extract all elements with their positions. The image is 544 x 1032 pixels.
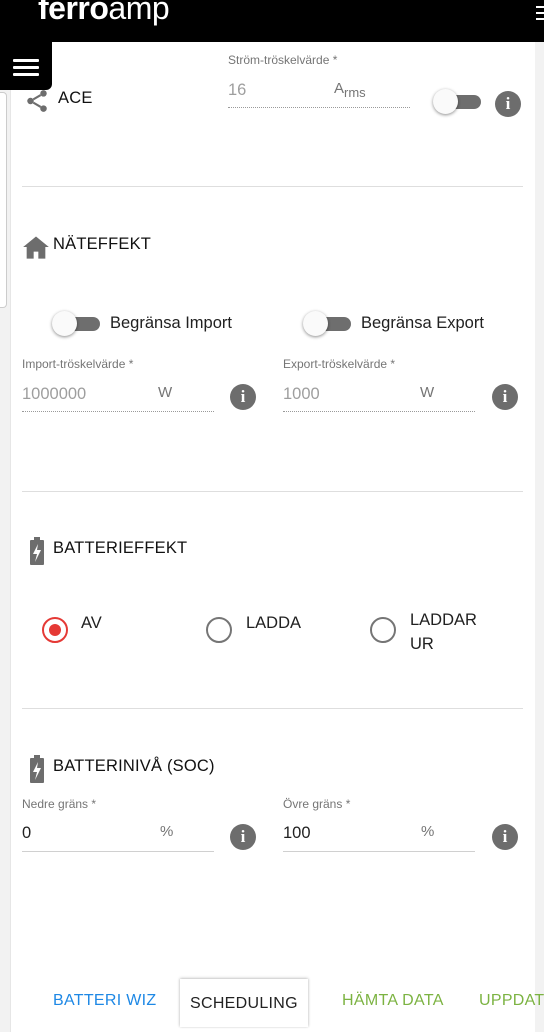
import-threshold-unit: W xyxy=(158,384,173,401)
export-info-icon[interactable]: i xyxy=(492,384,518,410)
lower-limit-input[interactable]: 0 xyxy=(22,824,31,843)
radio-charge[interactable] xyxy=(206,617,232,643)
import-threshold-underline xyxy=(22,411,214,412)
divider xyxy=(22,491,523,492)
side-drawer-handle[interactable] xyxy=(0,92,7,308)
tab-update[interactable]: UPPDAT xyxy=(479,976,544,1024)
limit-import-toggle[interactable] xyxy=(52,311,100,336)
current-threshold-input[interactable]: 16 xyxy=(228,81,246,100)
ace-label: ACE xyxy=(58,89,93,107)
divider xyxy=(22,186,523,187)
bottom-tab-bar: BATTERI WIZ SCHEDULING HÄMTA DATA UPPDAT xyxy=(0,976,544,1027)
current-threshold-unit: Arms xyxy=(334,80,366,100)
upper-limit-unit: % xyxy=(421,823,435,840)
limit-export-toggle[interactable] xyxy=(303,311,351,336)
overflow-menu-icon[interactable] xyxy=(536,6,544,20)
lower-limit-info-icon[interactable]: i xyxy=(230,824,256,850)
export-threshold-label: Export-tröskelvärde * xyxy=(283,357,396,371)
battery-charging-icon xyxy=(30,537,44,565)
lower-limit-label: Nedre gräns * xyxy=(22,797,97,811)
hamburger-menu-icon[interactable] xyxy=(0,42,52,90)
current-threshold-label: Ström-tröskelvärde * xyxy=(228,53,338,67)
battery-level-title: BATTERINIVÅ (SOC) xyxy=(53,757,215,775)
current-threshold-underline xyxy=(228,107,410,108)
settings-card xyxy=(10,42,535,1032)
divider xyxy=(22,708,523,709)
upper-limit-label: Övre gräns * xyxy=(283,797,351,811)
radio-off-label: AV xyxy=(81,614,102,632)
battery-power-title: BATTERIEFFEKT xyxy=(53,539,188,557)
grid-power-title: NÄTEFFEKT xyxy=(53,235,152,253)
top-app-bar: ferroamp xyxy=(0,0,544,42)
radio-discharge-label: LADDAR UR xyxy=(410,611,477,653)
ace-toggle[interactable] xyxy=(433,89,481,114)
import-threshold-input[interactable]: 1000000 xyxy=(22,385,86,404)
battery-level-icon xyxy=(30,755,44,783)
tab-scheduling[interactable]: SCHEDULING xyxy=(180,979,308,1027)
limit-export-label: Begränsa Export xyxy=(361,314,484,332)
limit-import-label: Begränsa Import xyxy=(110,314,232,332)
ace-info-icon[interactable]: i xyxy=(495,91,521,117)
import-info-icon[interactable]: i xyxy=(230,384,256,410)
export-threshold-input[interactable]: 1000 xyxy=(283,385,320,404)
radio-off[interactable] xyxy=(42,617,68,643)
tab-battery-wiz[interactable]: BATTERI WIZ xyxy=(53,976,156,1024)
import-threshold-label: Import-tröskelvärde * xyxy=(22,357,134,371)
export-threshold-underline xyxy=(283,411,475,412)
tab-fetch-data[interactable]: HÄMTA DATA xyxy=(342,976,444,1024)
lower-limit-underline xyxy=(22,851,214,852)
home-icon xyxy=(23,236,49,259)
upper-limit-underline xyxy=(283,851,475,852)
upper-limit-info-icon[interactable]: i xyxy=(492,824,518,850)
share-icon xyxy=(27,90,47,112)
ferroamp-logo: ferroamp xyxy=(38,0,170,26)
radio-discharge[interactable] xyxy=(370,617,396,643)
lower-limit-unit: % xyxy=(160,823,174,840)
radio-charge-label: LADDA xyxy=(246,614,302,632)
upper-limit-input[interactable]: 100 xyxy=(283,824,311,843)
export-threshold-unit: W xyxy=(420,384,435,401)
